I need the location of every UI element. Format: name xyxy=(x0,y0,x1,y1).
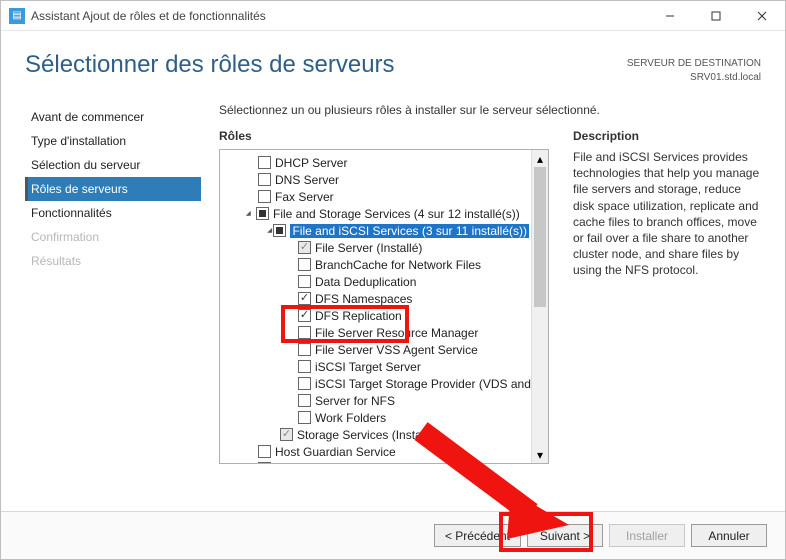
role-checkbox[interactable] xyxy=(258,445,271,458)
role-checkbox[interactable] xyxy=(298,360,311,373)
role-tree-item[interactable]: iSCSI Target Storage Provider (VDS and V… xyxy=(222,375,529,392)
previous-button[interactable]: < Précédent xyxy=(434,524,521,547)
role-label: iSCSI Target Server xyxy=(315,360,421,374)
cancel-button[interactable]: Annuler xyxy=(691,524,767,547)
role-checkbox[interactable] xyxy=(258,190,271,203)
role-label: BranchCache for Network Files xyxy=(315,258,481,272)
role-checkbox[interactable] xyxy=(258,462,271,463)
destination-caption: SERVEUR DE DESTINATION xyxy=(627,57,761,71)
destination-info: SERVEUR DE DESTINATION SRV01.std.local xyxy=(627,57,761,85)
role-label: File Server Resource Manager xyxy=(315,326,478,340)
role-checkbox[interactable] xyxy=(298,411,311,424)
role-tree-item[interactable]: ◢ File and Storage Services (4 sur 12 ins… xyxy=(222,205,529,222)
window-title: Assistant Ajout de rôles et de fonctionn… xyxy=(31,9,266,23)
role-checkbox[interactable] xyxy=(298,343,311,356)
role-tree-item[interactable]: File Server VSS Agent Service xyxy=(222,341,529,358)
wizard-step[interactable]: Avant de commencer xyxy=(25,105,201,129)
instruction-text: Sélectionnez un ou plusieurs rôles à ins… xyxy=(201,103,765,129)
role-tree-item[interactable]: Fax Server xyxy=(222,188,529,205)
description-pane-title: Description xyxy=(573,129,765,143)
role-checkbox[interactable] xyxy=(298,275,311,288)
role-checkbox[interactable] xyxy=(256,207,269,220)
install-button: Installer xyxy=(609,524,685,547)
next-button[interactable]: Suivant > xyxy=(527,524,603,547)
role-tree-item[interactable]: Hyper-V xyxy=(222,460,529,463)
wizard-step[interactable]: Sélection du serveur xyxy=(25,153,201,177)
role-tree-item[interactable]: Data Deduplication xyxy=(222,273,529,290)
role-label: Work Folders xyxy=(315,411,386,425)
role-label: File Server (Installé) xyxy=(315,241,422,255)
role-label: File and Storage Services (4 sur 12 inst… xyxy=(273,207,520,221)
role-checkbox[interactable] xyxy=(298,377,311,390)
wizard-step[interactable]: Fonctionnalités xyxy=(25,201,201,225)
close-button[interactable] xyxy=(739,1,785,30)
role-tree-item[interactable]: File Server Resource Manager xyxy=(222,324,529,341)
window-buttons xyxy=(647,1,785,30)
role-label: Server for NFS xyxy=(315,394,395,408)
page-header: Sélectionner des rôles de serveurs SERVE… xyxy=(1,31,785,85)
role-checkbox[interactable] xyxy=(298,309,311,322)
role-tree-item[interactable]: File Server (Installé) xyxy=(222,239,529,256)
role-tree-item[interactable]: Host Guardian Service xyxy=(222,443,529,460)
role-label: Host Guardian Service xyxy=(275,445,396,459)
role-checkbox[interactable] xyxy=(280,428,293,441)
scroll-down-icon[interactable]: ▾ xyxy=(532,446,548,463)
role-label: Fax Server xyxy=(275,190,334,204)
wizard-step: Résultats xyxy=(25,249,201,273)
role-checkbox[interactable] xyxy=(298,326,311,339)
role-checkbox[interactable] xyxy=(258,173,271,186)
role-label: File Server VSS Agent Service xyxy=(315,343,478,357)
destination-server: SRV01.std.local xyxy=(627,71,761,85)
scroll-up-icon[interactable]: ▴ xyxy=(532,150,548,167)
role-checkbox[interactable] xyxy=(273,224,286,237)
window-titlebar: ▤ Assistant Ajout de rôles et de fonctio… xyxy=(1,1,785,31)
maximize-button[interactable] xyxy=(693,1,739,30)
role-label: iSCSI Target Storage Provider (VDS and V… xyxy=(315,377,531,391)
role-tree-item[interactable]: BranchCache for Network Files xyxy=(222,256,529,273)
tree-expander-icon[interactable]: ◢ xyxy=(246,210,254,218)
role-tree-item[interactable]: ◢ File and iSCSI Services (3 sur 11 insta… xyxy=(222,222,529,239)
description-text: File and iSCSI Services provides technol… xyxy=(573,149,765,279)
role-label: DHCP Server xyxy=(275,156,347,170)
role-checkbox[interactable] xyxy=(258,156,271,169)
roles-pane-title: Rôles xyxy=(219,129,549,143)
role-label: DFS Namespaces xyxy=(315,292,412,306)
wizard-step[interactable]: Rôles de serveurs xyxy=(25,177,201,201)
role-tree-item[interactable]: Server for NFS xyxy=(222,392,529,409)
role-tree-item[interactable]: Work Folders xyxy=(222,409,529,426)
role-tree-item[interactable]: iSCSI Target Server xyxy=(222,358,529,375)
wizard-icon: ▤ xyxy=(9,8,25,24)
minimize-button[interactable] xyxy=(647,1,693,30)
wizard-steps: Avant de commencerType d'installationSél… xyxy=(1,103,201,475)
roles-scrollbar[interactable]: ▴ ▾ xyxy=(531,150,548,463)
role-label: Hyper-V xyxy=(275,462,319,464)
role-label: DFS Replication xyxy=(315,309,402,323)
role-checkbox[interactable] xyxy=(298,241,311,254)
role-checkbox[interactable] xyxy=(298,258,311,271)
main-content: Sélectionnez un ou plusieurs rôles à ins… xyxy=(201,103,785,475)
roles-tree[interactable]: DHCP ServerDNS ServerFax Server◢File and… xyxy=(219,149,549,464)
role-tree-item[interactable]: DFS Replication xyxy=(222,307,529,324)
role-label: DNS Server xyxy=(275,173,339,187)
page-title: Sélectionner des rôles de serveurs xyxy=(25,51,395,85)
role-tree-item[interactable]: DFS Namespaces xyxy=(222,290,529,307)
tree-expander-icon[interactable]: ◢ xyxy=(267,227,272,235)
role-tree-item[interactable]: Storage Services (Installé) xyxy=(222,426,529,443)
role-label: File and iSCSI Services (3 sur 11 instal… xyxy=(290,224,529,238)
role-tree-item[interactable]: DHCP Server xyxy=(222,154,529,171)
role-label: Storage Services (Installé) xyxy=(297,428,438,442)
role-tree-item[interactable]: DNS Server xyxy=(222,171,529,188)
role-label: Data Deduplication xyxy=(315,275,416,289)
wizard-footer: < Précédent Suivant > Installer Annuler xyxy=(1,511,785,559)
scroll-thumb[interactable] xyxy=(534,167,546,307)
wizard-step[interactable]: Type d'installation xyxy=(25,129,201,153)
wizard-step: Confirmation xyxy=(25,225,201,249)
role-checkbox[interactable] xyxy=(298,292,311,305)
role-checkbox[interactable] xyxy=(298,394,311,407)
